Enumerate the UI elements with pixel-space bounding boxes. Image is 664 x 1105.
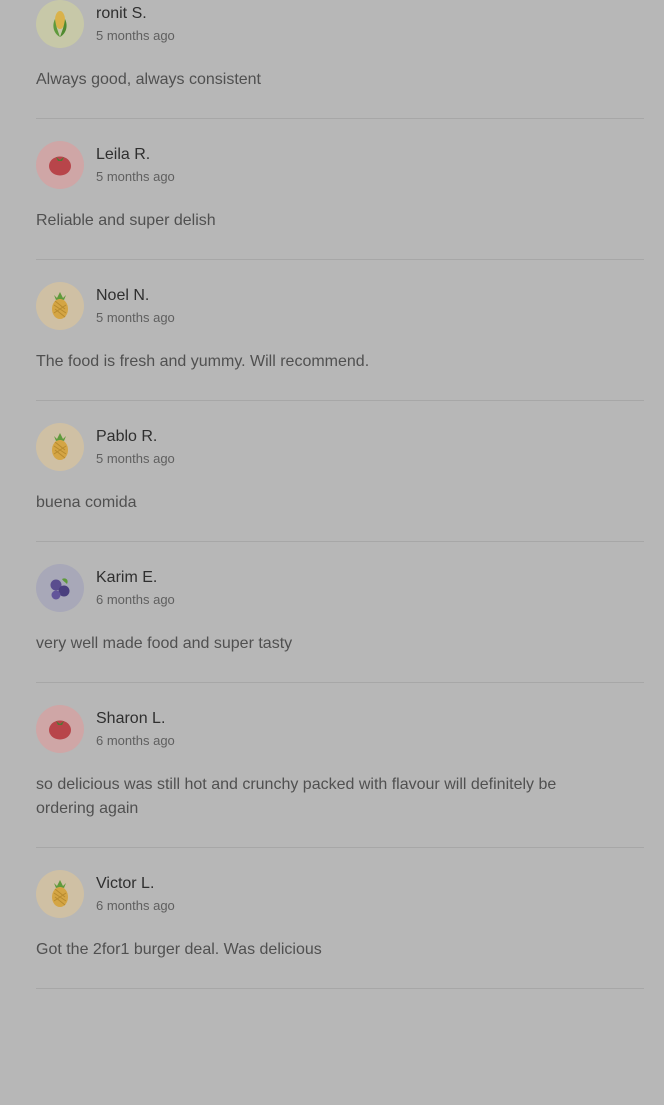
review-date: 6 months ago <box>96 733 175 748</box>
review-text: Got the 2for1 burger deal. Was delicious <box>36 941 322 958</box>
blueberry-icon <box>50 578 70 600</box>
pineapple-icon <box>52 292 68 319</box>
review-header: ronit S. 5 months ago <box>36 0 644 48</box>
review-item: Pablo R. 5 months ago buena comida <box>36 401 644 542</box>
reviewer-name: Karim E. <box>96 569 158 586</box>
review-header: Leila R. 5 months ago <box>36 141 644 189</box>
tomato-icon <box>49 156 71 176</box>
avatar <box>36 870 84 918</box>
tomato-icon <box>49 720 71 740</box>
avatar <box>36 564 84 612</box>
review-date: 5 months ago <box>96 451 175 466</box>
review-item: Leila R. 5 months ago Reliable and super… <box>36 119 644 260</box>
review-date: 6 months ago <box>96 898 175 913</box>
avatar <box>36 282 84 330</box>
review-date: 5 months ago <box>96 28 175 43</box>
review-item: Sharon L. 6 months ago so delicious was … <box>36 683 644 848</box>
review-item: ronit S. 5 months ago Always good, alway… <box>36 0 644 119</box>
review-header: Karim E. 6 months ago <box>36 564 644 612</box>
pineapple-icon <box>52 433 68 460</box>
reviewer-name: Pablo R. <box>96 428 158 445</box>
review-date: 6 months ago <box>96 592 175 607</box>
reviewer-name: ronit S. <box>96 5 147 22</box>
avatar <box>36 423 84 471</box>
reviews-list: ronit S. 5 months ago Always good, alway… <box>0 0 664 989</box>
review-text: very well made food and super tasty <box>36 635 293 652</box>
review-text: buena comida <box>36 494 137 511</box>
review-text: Always good, always consistent <box>36 71 261 88</box>
review-text: so delicious was still hot and crunchy p… <box>36 776 557 817</box>
review-header: Sharon L. 6 months ago <box>36 705 644 753</box>
avatar <box>36 0 84 48</box>
review-item: Noel N. 5 months ago The food is fresh a… <box>36 260 644 401</box>
review-date: 5 months ago <box>96 169 175 184</box>
reviewer-name: Leila R. <box>96 146 151 163</box>
review-header: Noel N. 5 months ago <box>36 282 644 330</box>
reviewer-name: Noel N. <box>96 287 150 304</box>
avatar <box>36 141 84 189</box>
reviewer-name: Sharon L. <box>96 710 166 727</box>
review-item: Karim E. 6 months ago very well made foo… <box>36 542 644 683</box>
corn-icon <box>53 11 67 37</box>
review-header: Pablo R. 5 months ago <box>36 423 644 471</box>
review-text: The food is fresh and yummy. Will recomm… <box>36 353 370 370</box>
reviewer-name: Victor L. <box>96 875 155 892</box>
pineapple-icon <box>52 880 68 907</box>
review-item: Victor L. 6 months ago Got the 2for1 bur… <box>36 848 644 989</box>
review-date: 5 months ago <box>96 310 175 325</box>
avatar <box>36 705 84 753</box>
review-header: Victor L. 6 months ago <box>36 870 644 918</box>
review-text: Reliable and super delish <box>36 212 216 229</box>
